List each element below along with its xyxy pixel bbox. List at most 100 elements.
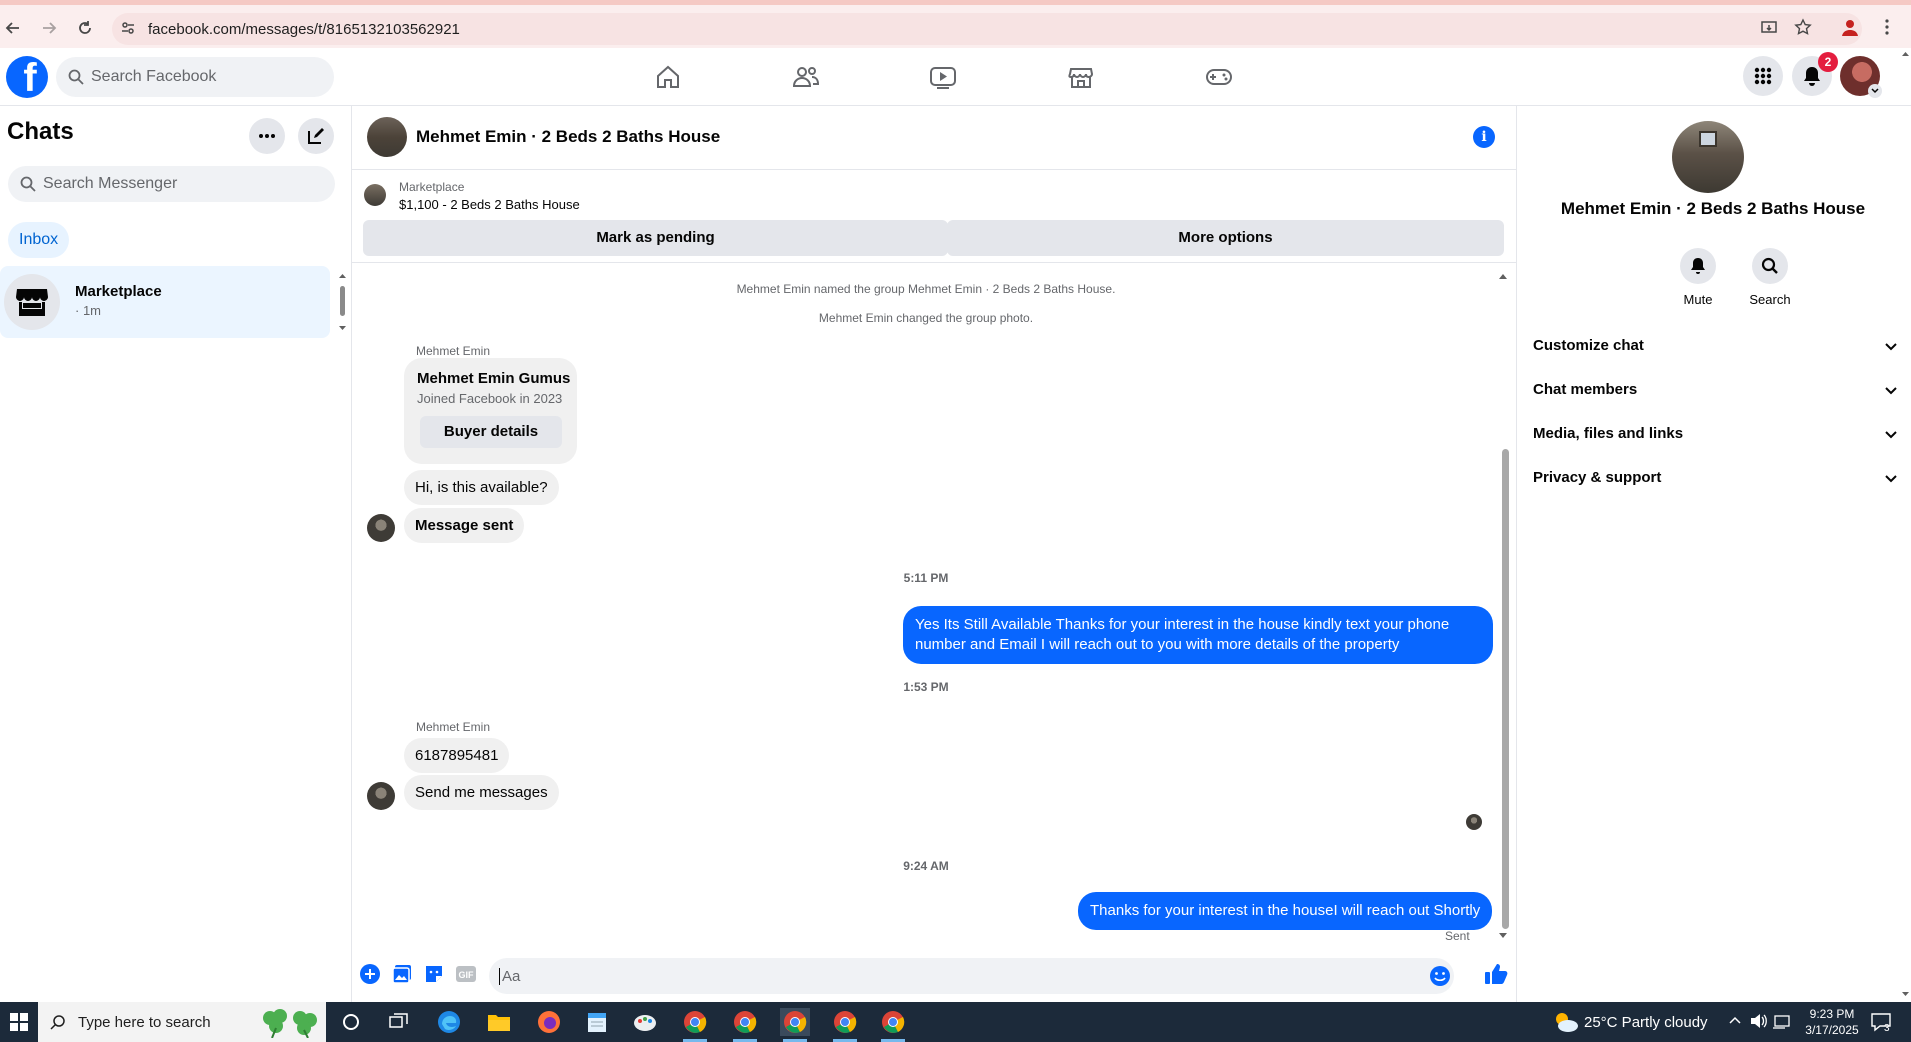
forward-icon[interactable] bbox=[38, 17, 60, 39]
taskbar-search-input[interactable]: Type here to search bbox=[38, 1002, 326, 1042]
sent-status: Sent bbox=[1445, 929, 1470, 943]
message-bubble-sent[interactable]: Yes Its Still Available Thanks for your … bbox=[903, 606, 1493, 664]
gaming-icon[interactable] bbox=[1204, 62, 1234, 92]
friends-icon[interactable] bbox=[791, 62, 821, 92]
divider bbox=[352, 262, 1516, 263]
plus-icon[interactable] bbox=[358, 962, 382, 986]
network-icon[interactable] bbox=[1772, 1014, 1790, 1030]
buyer-name: Mehmet Emin Gumus bbox=[417, 370, 571, 387]
emoji-icon[interactable] bbox=[1429, 965, 1451, 987]
message-bubble[interactable]: 6187895481 bbox=[404, 738, 510, 773]
marketplace-icon[interactable] bbox=[1066, 62, 1096, 92]
chat-options-button[interactable] bbox=[249, 118, 285, 154]
facebook-logo-icon[interactable]: f bbox=[6, 56, 48, 98]
chevron-down-icon bbox=[1884, 383, 1898, 397]
media-files-links-section[interactable]: Media, files and links bbox=[1533, 416, 1898, 452]
gif-icon[interactable]: GIF bbox=[454, 962, 478, 986]
menu-grid-button[interactable] bbox=[1743, 56, 1783, 96]
bell-icon bbox=[1680, 248, 1716, 284]
file-explorer-icon[interactable] bbox=[484, 1008, 514, 1036]
shamrock-icon bbox=[256, 1006, 322, 1038]
listing-thumbnail bbox=[364, 184, 386, 206]
chats-title: Chats bbox=[7, 118, 74, 145]
inbox-tab[interactable]: Inbox bbox=[8, 222, 70, 258]
sender-name: Mehmet Emin bbox=[416, 344, 491, 358]
site-info-icon[interactable] bbox=[120, 20, 136, 36]
conversation-panel: Mehmet Emin · 2 Beds 2 Baths House i Mar… bbox=[352, 106, 1516, 1002]
listing-title[interactable]: $1,100 - 2 Beds 2 Baths House bbox=[399, 197, 580, 212]
sender-avatar[interactable] bbox=[367, 782, 395, 810]
message-bubble[interactable]: Message sent bbox=[404, 508, 525, 543]
chevron-up-icon[interactable] bbox=[1728, 1014, 1742, 1028]
more-options-button[interactable]: More options bbox=[947, 220, 1504, 256]
group-avatar[interactable] bbox=[367, 117, 407, 157]
home-icon[interactable] bbox=[653, 62, 683, 92]
paint-app-icon[interactable] bbox=[630, 1008, 660, 1036]
notepad-app-icon[interactable] bbox=[582, 1008, 612, 1036]
weather-text[interactable]: 25°C Partly cloudy bbox=[1584, 1014, 1708, 1031]
message-bubble[interactable]: Hi, is this available? bbox=[404, 470, 559, 505]
info-icon[interactable]: i bbox=[1473, 126, 1495, 148]
customize-chat-section[interactable]: Customize chat bbox=[1533, 328, 1898, 364]
search-icon bbox=[1752, 248, 1788, 284]
profile-icon[interactable] bbox=[1840, 17, 1860, 37]
taskbar-search-placeholder: Type here to search bbox=[78, 1014, 211, 1031]
scroll-down-arrow-icon[interactable] bbox=[1498, 932, 1508, 940]
like-thumb-icon[interactable] bbox=[1484, 962, 1508, 986]
edge-icon[interactable] bbox=[434, 1008, 464, 1036]
facebook-search-input[interactable]: Search Facebook bbox=[56, 57, 334, 97]
weather-icon[interactable] bbox=[1553, 1010, 1579, 1034]
new-message-button[interactable] bbox=[298, 118, 334, 154]
firefox-icon[interactable] bbox=[534, 1008, 564, 1036]
install-app-icon[interactable] bbox=[1760, 19, 1778, 37]
message-scrollbar[interactable] bbox=[1502, 449, 1509, 929]
message-bubble-sent[interactable]: Thanks for your interest in the houseI w… bbox=[1078, 892, 1493, 930]
chrome-window-icon[interactable] bbox=[730, 1008, 760, 1042]
group-avatar-large[interactable] bbox=[1672, 121, 1744, 193]
windows-start-icon[interactable] bbox=[0, 1002, 38, 1042]
cortana-icon[interactable] bbox=[336, 1008, 366, 1036]
message-placeholder: Aa bbox=[499, 968, 520, 985]
conversation-item[interactable]: Marketplace · 1m bbox=[0, 266, 330, 338]
sidebar-scrollbar[interactable] bbox=[338, 272, 347, 332]
chrome-window-icon[interactable] bbox=[878, 1008, 908, 1042]
message-bubble[interactable]: Send me messages bbox=[404, 775, 559, 810]
video-icon[interactable] bbox=[928, 62, 958, 92]
search-conversation-button[interactable]: Search bbox=[1740, 248, 1800, 307]
conversation-title[interactable]: Mehmet Emin · 2 Beds 2 Baths House bbox=[416, 127, 720, 147]
privacy-support-section[interactable]: Privacy & support bbox=[1533, 460, 1898, 496]
photo-icon[interactable] bbox=[390, 962, 414, 986]
marketplace-icon bbox=[4, 274, 60, 330]
chrome-window-icon[interactable] bbox=[780, 1008, 810, 1042]
mark-pending-button[interactable]: Mark as pending bbox=[363, 220, 948, 256]
reload-icon[interactable] bbox=[74, 17, 96, 39]
chat-members-section[interactable]: Chat members bbox=[1533, 372, 1898, 408]
taskbar-clock[interactable]: 9:23 PM 3/17/2025 bbox=[1800, 1006, 1864, 1038]
bookmark-star-icon[interactable] bbox=[1794, 18, 1812, 36]
sticker-icon[interactable] bbox=[422, 962, 446, 986]
more-icon bbox=[259, 134, 275, 138]
scroll-up-arrow-icon[interactable] bbox=[1498, 272, 1508, 280]
buyer-details-button[interactable]: Buyer details bbox=[420, 416, 562, 448]
timestamp: 5:11 PM bbox=[903, 571, 949, 585]
search-messenger-input[interactable]: Search Messenger bbox=[8, 166, 335, 202]
sender-avatar[interactable] bbox=[367, 514, 395, 542]
message-input[interactable]: Aa bbox=[489, 958, 1454, 994]
mute-button[interactable]: Mute bbox=[1668, 248, 1728, 307]
chevron-down-icon[interactable] bbox=[1868, 84, 1882, 98]
buyer-joined: Joined Facebook in 2023 bbox=[417, 391, 563, 406]
browser-menu-icon[interactable] bbox=[1884, 18, 1890, 36]
grid-icon bbox=[1754, 67, 1772, 85]
notification-badge: 2 bbox=[1818, 52, 1838, 72]
task-view-icon[interactable] bbox=[384, 1008, 414, 1036]
clock-date: 3/17/2025 bbox=[1805, 1023, 1859, 1037]
volume-icon[interactable] bbox=[1750, 1013, 1768, 1029]
back-icon[interactable] bbox=[2, 17, 24, 39]
chrome-window-icon[interactable] bbox=[680, 1008, 710, 1042]
search-placeholder: Search Facebook bbox=[91, 68, 217, 85]
section-label: Customize chat bbox=[1533, 337, 1644, 354]
url-text: facebook.com/messages/t/8165132103562921 bbox=[148, 21, 460, 38]
chevron-down-icon bbox=[1884, 339, 1898, 353]
chrome-window-icon[interactable] bbox=[830, 1008, 860, 1042]
page-scrollbar[interactable] bbox=[1900, 48, 1911, 1000]
